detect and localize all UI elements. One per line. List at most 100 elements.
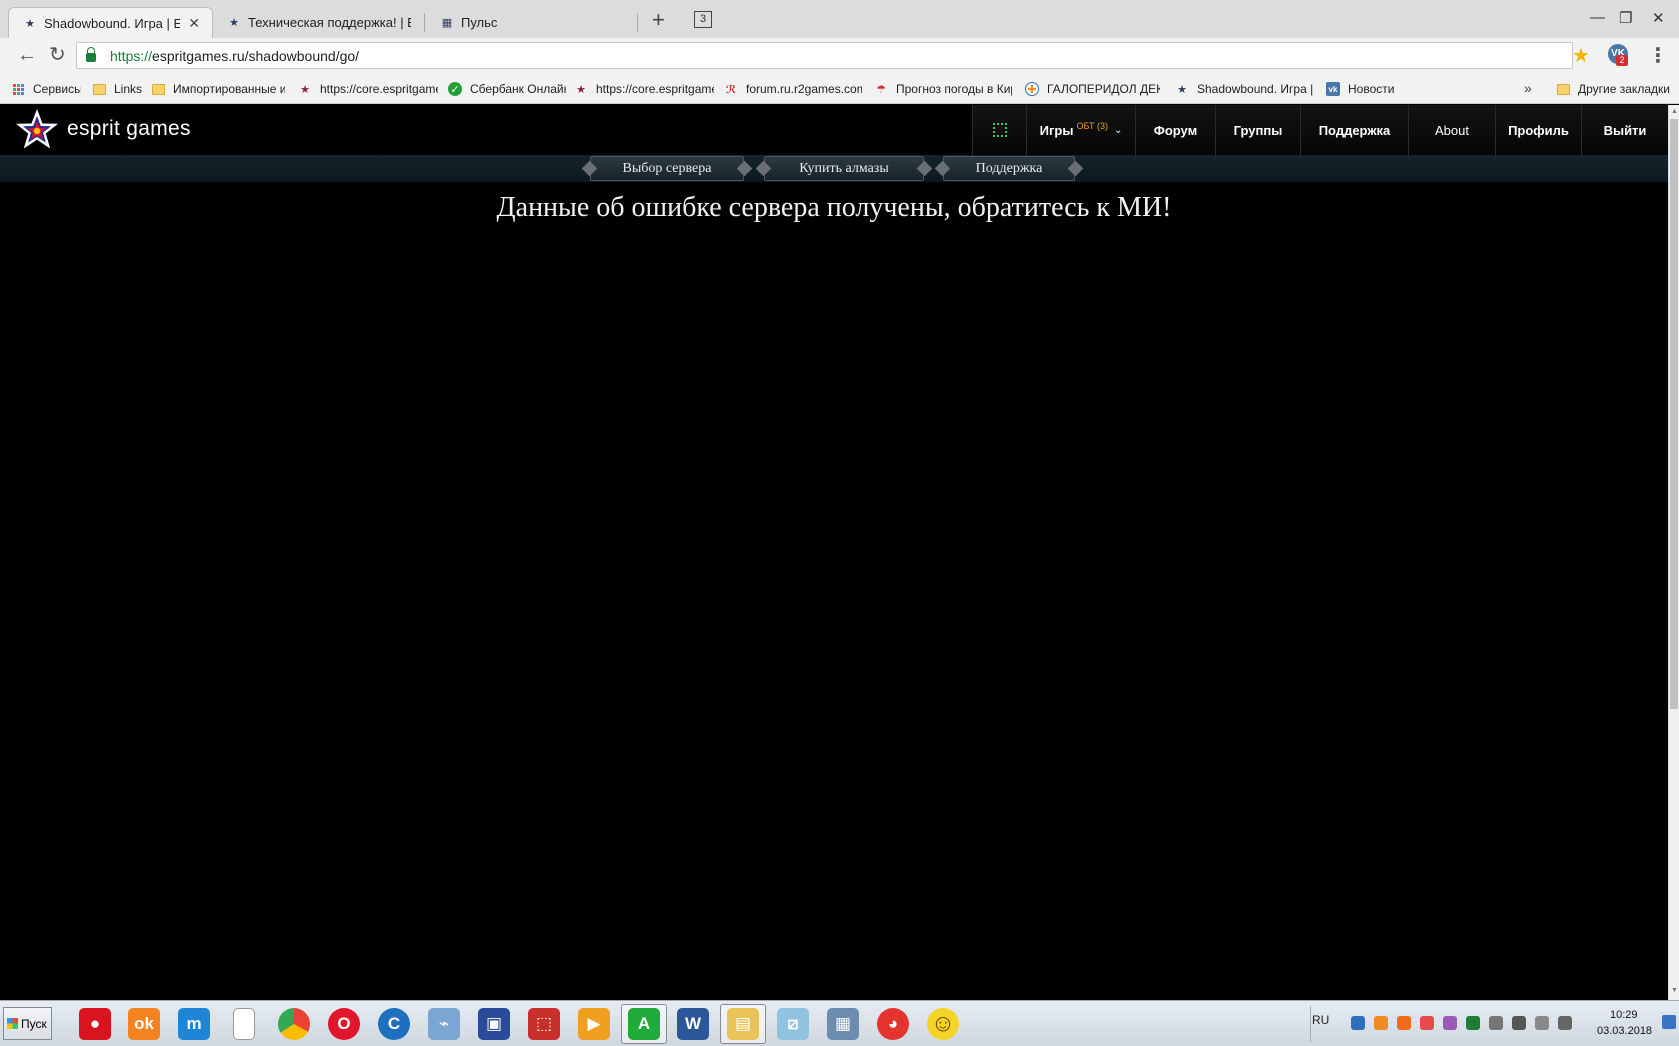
nav-games[interactable]: Игры ОБТ (3) ⌄ xyxy=(1026,105,1135,155)
bookmark-star-icon[interactable]: ★ xyxy=(1572,43,1590,68)
smiley-icon[interactable]: ☺ xyxy=(927,1008,959,1040)
tab-title: Shadowbound. Игра | Esprit xyxy=(44,15,180,31)
scroll-down-icon[interactable]: ▼ xyxy=(1671,987,1678,994)
page-scrollbar[interactable]: ▲ ▼ xyxy=(1668,105,1679,1000)
bookmark-core-esprit-1[interactable]: ★ https://core.espritgame xyxy=(298,80,438,98)
buy-diamonds-button[interactable]: Купить алмазы xyxy=(764,156,924,181)
folder-icon xyxy=(1556,82,1570,96)
esprit-games-logo[interactable]: esprit games xyxy=(15,108,191,150)
nav-forum[interactable]: Форум xyxy=(1135,105,1215,155)
site-nav: Игры ОБТ (3) ⌄ Форум Группы Поддержка Ab… xyxy=(972,105,1668,155)
word-icon[interactable]: W xyxy=(677,1008,709,1040)
bookmark-services[interactable]: Сервисы xyxy=(11,80,81,98)
scrollbar-thumb[interactable] xyxy=(1670,119,1678,709)
start-button[interactable]: Пуск xyxy=(3,1007,52,1040)
esprit-star-icon: ★ xyxy=(229,17,239,29)
clock-date[interactable]: 03.03.2018 xyxy=(1597,1025,1652,1037)
nav-about[interactable]: About xyxy=(1408,105,1495,155)
extension-badge: 2 xyxy=(1616,55,1628,66)
bookmark-other[interactable]: Другие закладки xyxy=(1556,80,1676,98)
esprit-star-icon: ★ xyxy=(1177,83,1187,96)
network-tray-icon[interactable] xyxy=(1512,1016,1526,1030)
red-app-icon[interactable]: ● xyxy=(79,1008,111,1040)
folder-icon xyxy=(92,82,106,96)
aimp-icon[interactable]: A xyxy=(628,1008,660,1040)
game-subnav: Выбор сервера Купить алмазы Поддержка xyxy=(0,155,1668,182)
close-window-button[interactable]: ✕ xyxy=(1652,9,1665,27)
nav-profile[interactable]: Профиль xyxy=(1495,105,1581,155)
orange-tray-icon[interactable] xyxy=(1374,1016,1388,1030)
bookmark-sberbank[interactable]: ✓ Сбербанк Онлайн xyxy=(448,80,566,98)
maxthon-icon[interactable]: m xyxy=(178,1008,210,1040)
media-player-icon[interactable]: ▶ xyxy=(578,1008,610,1040)
beach-ball-icon[interactable]: ◕ xyxy=(877,1008,909,1040)
bookmark-imported[interactable]: Импортированные из xyxy=(151,80,285,98)
support-button[interactable]: Поддержка xyxy=(943,156,1075,181)
esprit-star-icon: ★ xyxy=(25,17,35,30)
nav-logout[interactable]: Выйти xyxy=(1581,105,1668,155)
nav-support[interactable]: Поддержка xyxy=(1300,105,1408,155)
pdf-icon[interactable]: ⬚ xyxy=(528,1008,560,1040)
server-select-button[interactable]: Выбор сервера xyxy=(590,156,744,181)
scanner-icon[interactable]: ⌁ xyxy=(428,1008,460,1040)
shield-tray-icon[interactable] xyxy=(1351,1016,1365,1030)
bookmark-r2games[interactable]: ℛ forum.ru.r2games.com/ xyxy=(724,80,862,98)
bookmark-label: Shadowbound. Игра | E xyxy=(1197,82,1315,96)
bookmarks-overflow-button[interactable]: » xyxy=(1524,80,1532,96)
bookmark-weather[interactable]: ☂ Прогноз погоды в Кир xyxy=(874,80,1012,98)
heart-tray-icon[interactable] xyxy=(1420,1016,1434,1030)
minimize-button[interactable]: — xyxy=(1590,9,1605,26)
tab-pulse[interactable]: ▦ Пульс xyxy=(426,7,636,38)
game-content-area: Данные об ошибке сервера получены, обрат… xyxy=(0,182,1668,1000)
obt-badge: ОБТ (3) xyxy=(1076,121,1108,131)
bookmark-label: https://core.espritgame xyxy=(596,82,714,96)
bookmark-haloperidol[interactable]: ✚ ГАЛОПЕРИДОЛ ДЕКАН xyxy=(1025,80,1160,98)
language-indicator[interactable]: RU xyxy=(1312,1013,1329,1027)
r2games-icon: ℛ xyxy=(725,83,737,96)
antivirus-tray-icon[interactable] xyxy=(1466,1016,1480,1030)
medical-cross-icon: ✚ xyxy=(1025,82,1039,96)
fullscreen-button[interactable] xyxy=(972,105,1026,155)
flag-tray-icon[interactable] xyxy=(1535,1016,1549,1030)
new-tab-button[interactable]: + xyxy=(652,9,665,31)
calculator-icon[interactable]: ▦ xyxy=(827,1008,859,1040)
tab-tech-support[interactable]: ★ Техническая поддержка! | Esprit xyxy=(213,7,423,38)
restore-button[interactable]: ❐ xyxy=(1619,9,1632,27)
esprit-star-logo-icon xyxy=(16,109,58,149)
tab-separator xyxy=(424,13,425,32)
reload-button[interactable]: ↻ xyxy=(49,44,66,66)
odnoklassniki-icon[interactable]: ok xyxy=(128,1008,160,1040)
address-bar[interactable]: https://espritgames.ru/shadowbound/go/ xyxy=(76,42,1573,69)
chrome-icon[interactable] xyxy=(278,1008,310,1040)
explorer-icon[interactable]: ▤ xyxy=(727,1008,759,1040)
browser-tab-strip: ★ Shadowbound. Игра | Esprit ✕ ★ Техниче… xyxy=(0,0,1679,38)
bookmark-news[interactable]: vk Новости xyxy=(1326,80,1406,98)
pen-tray-icon[interactable] xyxy=(1443,1016,1457,1030)
bookmark-core-esprit-2[interactable]: ★ https://core.espritgame xyxy=(574,80,714,98)
scroll-up-icon[interactable]: ▲ xyxy=(1671,108,1678,115)
close-tab-icon[interactable]: ✕ xyxy=(188,15,200,32)
cyber-icon[interactable]: C xyxy=(378,1008,410,1040)
document-icon[interactable] xyxy=(233,1008,255,1040)
opera-icon[interactable]: O xyxy=(328,1008,360,1040)
bookmark-links[interactable]: Links xyxy=(92,80,147,98)
tab-count-button[interactable]: 3 xyxy=(694,11,712,28)
bookmark-shadowbound[interactable]: ★ Shadowbound. Игра | E xyxy=(1175,80,1315,98)
display-tray-icon[interactable] xyxy=(1558,1016,1572,1030)
back-button[interactable]: ← xyxy=(17,44,37,66)
bookmarks-bar: Сервисы Links Импортированные из ★ https… xyxy=(0,73,1679,104)
tab-title: Техническая поддержка! | Esprit xyxy=(248,15,411,30)
show-desktop-button[interactable] xyxy=(1662,1015,1676,1029)
esprit-star-icon: ★ xyxy=(576,83,586,96)
tab-shadowbound[interactable]: ★ Shadowbound. Игра | Esprit ✕ xyxy=(8,7,213,38)
clock-time[interactable]: 10:29 xyxy=(1610,1009,1638,1021)
nav-groups[interactable]: Группы xyxy=(1215,105,1300,155)
floppy-icon[interactable]: ▣ xyxy=(478,1008,510,1040)
url-path: espritgames.ru/shadowbound/go/ xyxy=(152,47,360,64)
volume-tray-icon[interactable] xyxy=(1489,1016,1503,1030)
bookmark-label: https://core.espritgame xyxy=(320,82,438,96)
browser-toolbar: ← ↻ https://espritgames.ru/shadowbound/g… xyxy=(0,38,1679,73)
gear-tray-icon[interactable] xyxy=(1397,1016,1411,1030)
notepad-icon[interactable]: ⧄ xyxy=(777,1008,809,1040)
browser-menu-icon[interactable]: ⋮ xyxy=(1648,43,1668,68)
